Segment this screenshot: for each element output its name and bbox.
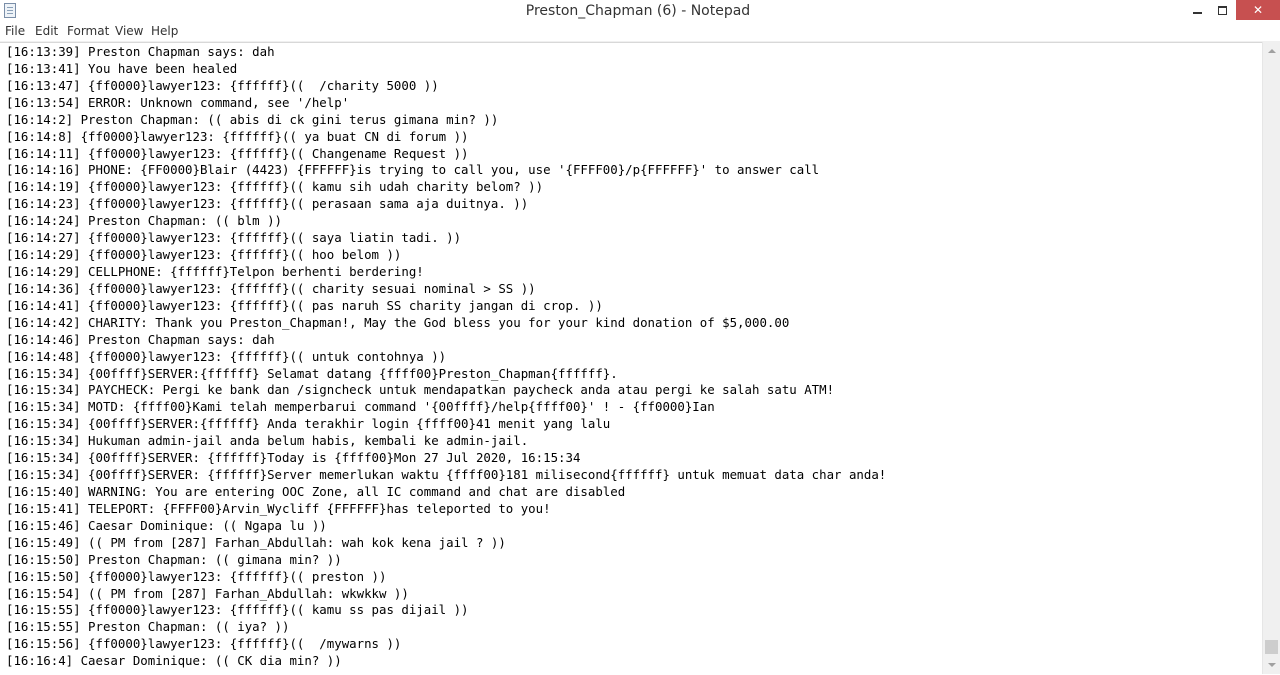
text-line: [16:15:34] {00ffff}SERVER:{ffffff} Anda … (6, 416, 611, 432)
vertical-scrollbar[interactable] (1262, 42, 1280, 674)
text-editor[interactable]: [16:13:39] Preston Chapman says: dah [16:… (0, 42, 1262, 675)
text-line: [16:15:50] Preston Chapman: (( gimana mi… (6, 551, 342, 567)
text-content: [16:13:39] Preston Chapman says: dah [16:… (6, 44, 886, 670)
maximize-button[interactable] (1208, 0, 1236, 20)
text-line: [16:14:42] CHARITY: Thank you Preston_Ch… (6, 314, 790, 330)
scroll-up-arrow-icon[interactable] (1263, 42, 1280, 59)
menu-format[interactable]: Format (67, 24, 109, 38)
text-line: [16:15:34] MOTD: {ffff00}Kami telah memp… (6, 399, 715, 415)
text-line: [16:15:41] TELEPORT: {FFFF00}Arvin_Wycli… (6, 500, 551, 516)
text-line: [16:13:47] {ff0000}lawyer123: {ffffff}((… (6, 77, 439, 93)
menu-help[interactable]: Help (151, 24, 178, 38)
text-line: [16:15:34] {00ffff}SERVER: {ffffff}Serve… (6, 467, 887, 483)
scroll-down-arrow-icon[interactable] (1263, 656, 1280, 673)
scroll-thumb[interactable] (1265, 640, 1278, 654)
text-line: [16:13:54] ERROR: Unknown command, see '… (6, 94, 350, 110)
menu-edit[interactable]: Edit (35, 24, 58, 38)
text-line: [16:15:55] Preston Chapman: (( iya? )) (6, 619, 290, 635)
menu-file[interactable]: File (5, 24, 25, 38)
text-line: [16:13:39] Preston Chapman says: dah (6, 44, 275, 59)
text-line: [16:15:54] (( PM from [287] Farhan_Abdul… (6, 585, 409, 601)
text-line: [16:15:34] PAYCHECK: Pergi ke bank dan /… (6, 382, 835, 398)
text-line: [16:15:46] Caesar Dominique: (( Ngapa lu… (6, 517, 327, 533)
text-line: [16:14:19] {ff0000}lawyer123: {ffffff}((… (6, 179, 544, 195)
text-line: [16:14:16] PHONE: {FF0000}Blair (4423) {… (6, 162, 820, 178)
text-line: [16:14:11] {ff0000}lawyer123: {ffffff}((… (6, 145, 469, 161)
window-title: Preston_Chapman (6) - Notepad (525, 3, 751, 19)
text-line: [16:14:48] {ff0000}lawyer123: {ffffff}((… (6, 348, 447, 364)
text-line: [16:15:34] Hukuman admin-jail anda belum… (6, 433, 529, 449)
text-line: [16:14:2] Preston Chapman: (( abis di ck… (6, 111, 499, 127)
text-line: [16:13:41] You have been healed (6, 60, 238, 76)
text-line: [16:14:29] CELLPHONE: {ffffff}Telpon ber… (6, 263, 424, 279)
text-line: [16:16:4] Caesar Dominique: (( CK dia mi… (6, 653, 342, 669)
text-line: [16:14:41] {ff0000}lawyer123: {ffffff}((… (6, 297, 603, 313)
text-line: [16:14:36] {ff0000}lawyer123: {ffffff}((… (6, 280, 536, 296)
menu-bar: File Edit Format View Help (0, 22, 1280, 42)
minimize-button[interactable] (1183, 0, 1211, 20)
text-line: [16:15:55] {ff0000}lawyer123: {ffffff}((… (6, 602, 469, 618)
menu-view[interactable]: View (115, 24, 143, 38)
close-button[interactable] (1236, 0, 1280, 20)
text-line: [16:14:27] {ff0000}lawyer123: {ffffff}((… (6, 230, 462, 246)
text-line: [16:15:34] {00ffff}SERVER:{ffffff} Selam… (6, 365, 618, 381)
text-line: [16:15:49] (( PM from [287] Farhan_Abdul… (6, 534, 506, 550)
text-line: [16:15:40] WARNING: You are entering OOC… (6, 483, 626, 499)
text-line: [16:14:23] {ff0000}lawyer123: {ffffff}((… (6, 196, 529, 212)
text-line: [16:14:24] Preston Chapman: (( blm )) (6, 213, 283, 229)
text-line: [16:14:8] {ff0000}lawyer123: {ffffff}(( … (6, 128, 469, 144)
text-line: [16:14:29] {ff0000}lawyer123: {ffffff}((… (6, 247, 402, 263)
text-line: [16:14:46] Preston Chapman says: dah (6, 331, 275, 347)
text-line: [16:15:50] {ff0000}lawyer123: {ffffff}((… (6, 568, 387, 584)
text-line: [16:15:56] {ff0000}lawyer123: {ffffff}((… (6, 636, 402, 652)
text-line: [16:15:34] {00ffff}SERVER: {ffffff}Today… (6, 450, 581, 466)
title-bar[interactable]: Preston_Chapman (6) - Notepad (0, 0, 1280, 22)
